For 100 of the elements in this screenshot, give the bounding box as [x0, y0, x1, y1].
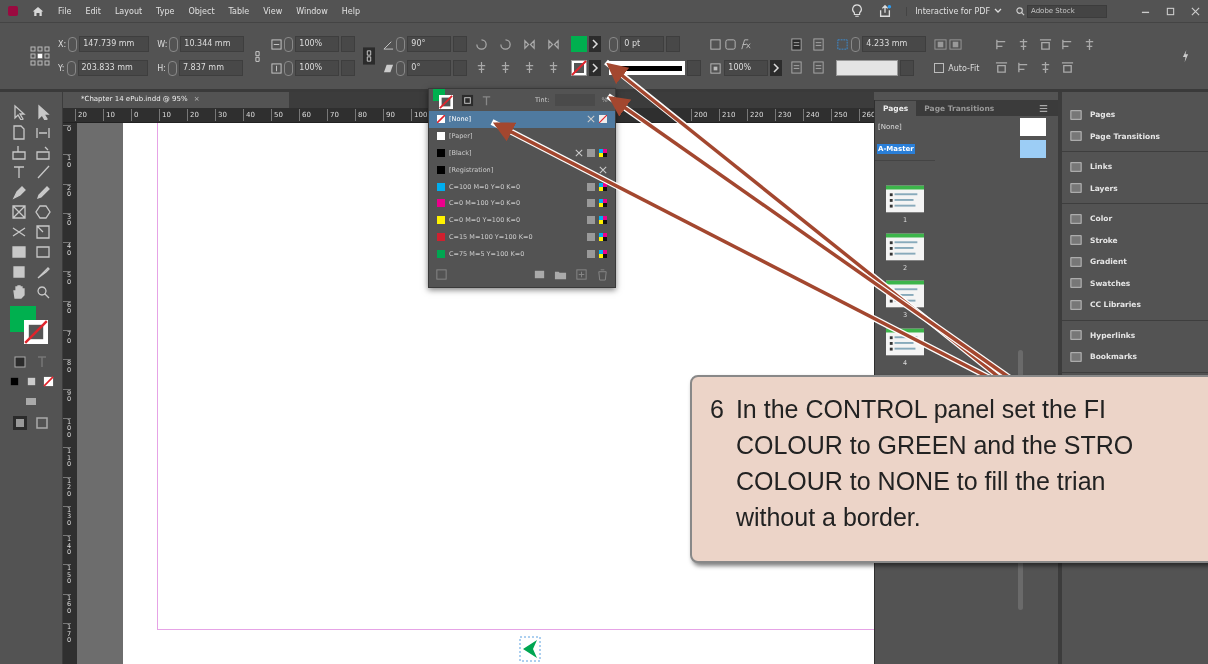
instruction-text: COLOUR to NONE to fill the trian [735, 466, 1107, 497]
lightning-icon[interactable] [1181, 49, 1190, 63]
menu-item[interactable]: Edit [85, 6, 101, 16]
chevron-icon[interactable] [589, 36, 602, 52]
type-tool-icon[interactable] [11, 164, 27, 180]
line-tool-icon[interactable] [35, 164, 51, 180]
trash-icon[interactable] [596, 268, 609, 282]
menu-item[interactable]: Type [156, 6, 175, 16]
autofit-checkbox[interactable]: Auto-Fit [934, 60, 980, 76]
text-frame-icon[interactable] [790, 61, 804, 74]
panel-icon [1070, 182, 1082, 195]
menu-item[interactable]: File [58, 6, 72, 16]
container-icon[interactable] [461, 93, 474, 107]
input-field[interactable]: 147.739 mm [79, 36, 150, 52]
transform-tool-icon[interactable] [35, 224, 51, 240]
align-icon[interactable] [1039, 38, 1053, 51]
fitting-icon[interactable] [934, 37, 948, 51]
page-thumbnail[interactable] [886, 232, 924, 261]
rotate-icon[interactable] [475, 38, 489, 51]
text-icon[interactable] [480, 93, 493, 107]
rotate-icon[interactable] [499, 38, 513, 51]
input-field[interactable]: 7.837 mm [178, 60, 243, 76]
align-icon[interactable] [995, 61, 1009, 74]
instruction-text: without a border. [735, 502, 922, 533]
text-frame-icon[interactable] [812, 61, 826, 74]
chevron-icon[interactable] [770, 60, 783, 76]
close-icon[interactable] [1191, 6, 1200, 16]
master-thumbnail[interactable] [1020, 118, 1046, 136]
fill-stroke-drawing[interactable] [433, 89, 455, 111]
step-number: 6 [710, 394, 724, 425]
panel-icon [1070, 212, 1082, 225]
gradient-swatch-icon[interactable] [11, 244, 27, 260]
fill-swatch[interactable] [571, 36, 588, 52]
input-field[interactable]: 0° [407, 60, 452, 76]
menu-item[interactable]: Window [296, 6, 328, 16]
page-tool-icon[interactable] [11, 124, 27, 140]
input-field[interactable]: 90° [407, 36, 452, 52]
flip-icon[interactable] [547, 38, 561, 51]
scale-y-icon [271, 61, 283, 75]
caret-icon[interactable] [994, 7, 1002, 14]
share-icon[interactable] [878, 4, 893, 18]
menu-item[interactable]: View [263, 6, 283, 16]
opacity-icon [709, 61, 723, 75]
input-field[interactable]: 203.833 mm [77, 60, 148, 76]
gradient-feather-icon[interactable] [35, 244, 51, 260]
none-icon [599, 115, 607, 124]
content-placer-icon[interactable] [35, 144, 51, 160]
master-thumbnail[interactable] [1020, 140, 1046, 158]
text-frame-icon[interactable] [812, 38, 826, 51]
apply-color-icon[interactable] [8, 376, 20, 387]
formatting-container-icon[interactable] [12, 354, 28, 370]
pencil-tool-icon[interactable] [35, 184, 51, 200]
chevron-icon[interactable] [589, 60, 602, 76]
swatch-options-icon[interactable] [435, 268, 448, 282]
gap-icon [836, 37, 850, 51]
lightbulb-icon[interactable] [850, 4, 865, 18]
frame-icon[interactable] [709, 37, 723, 51]
text-frame-icon[interactable] [790, 38, 804, 51]
home-icon[interactable] [32, 5, 44, 17]
pen-tool-icon[interactable] [11, 184, 27, 200]
effects-icon[interactable] [739, 37, 753, 51]
panel-icon [1070, 277, 1082, 290]
content-collector-icon[interactable] [11, 144, 27, 160]
maximize-icon[interactable] [1166, 6, 1175, 16]
menu-item[interactable]: Layout [114, 6, 143, 16]
input-field[interactable]: 100% [724, 60, 769, 76]
flip-icon[interactable] [523, 38, 537, 51]
new-swatch-icon[interactable] [575, 268, 588, 282]
object-style-field[interactable] [836, 60, 899, 76]
preview-icon[interactable] [34, 415, 50, 431]
align-icon[interactable] [1061, 61, 1075, 74]
input-field[interactable]: 100% [295, 36, 340, 52]
apply-gradient-icon[interactable] [25, 376, 37, 387]
note-tool-icon[interactable] [11, 264, 27, 280]
reference-point-icon[interactable] [30, 46, 50, 66]
panel-icon [1070, 160, 1082, 173]
apply-none-icon[interactable] [42, 376, 54, 387]
constrain-icon[interactable] [363, 47, 376, 65]
normal-view-icon[interactable] [12, 415, 28, 431]
fitting-icon[interactable] [949, 37, 963, 51]
input-field[interactable]: 0 pt [620, 36, 665, 52]
frame-tool-icon[interactable] [11, 204, 27, 220]
stroke-swatch[interactable] [571, 60, 588, 76]
locked-icon [599, 165, 607, 174]
frame-icon[interactable] [724, 37, 738, 51]
input-field[interactable]: 100% [295, 60, 340, 76]
workspace-switcher[interactable]: Interactive for PDF [906, 6, 1002, 16]
menu-item[interactable]: Object [188, 6, 215, 16]
polygon-tool-icon[interactable] [35, 204, 51, 220]
input-field[interactable]: 10.344 mm [180, 36, 245, 52]
panel-icon [1070, 350, 1082, 363]
input-field[interactable]: 4.233 mm [862, 36, 927, 52]
zoom-icon[interactable] [35, 284, 51, 300]
menu-item[interactable]: Help [341, 6, 360, 16]
selection-arrow-icon[interactable] [11, 104, 27, 120]
menu-item[interactable]: Table [228, 6, 250, 16]
hand-tool-icon[interactable] [11, 284, 27, 300]
page-thumbnail[interactable] [886, 185, 924, 213]
direct-selection-icon[interactable] [35, 104, 51, 120]
instruction-text: COLOUR to GREEN and the STRO [735, 430, 1134, 461]
